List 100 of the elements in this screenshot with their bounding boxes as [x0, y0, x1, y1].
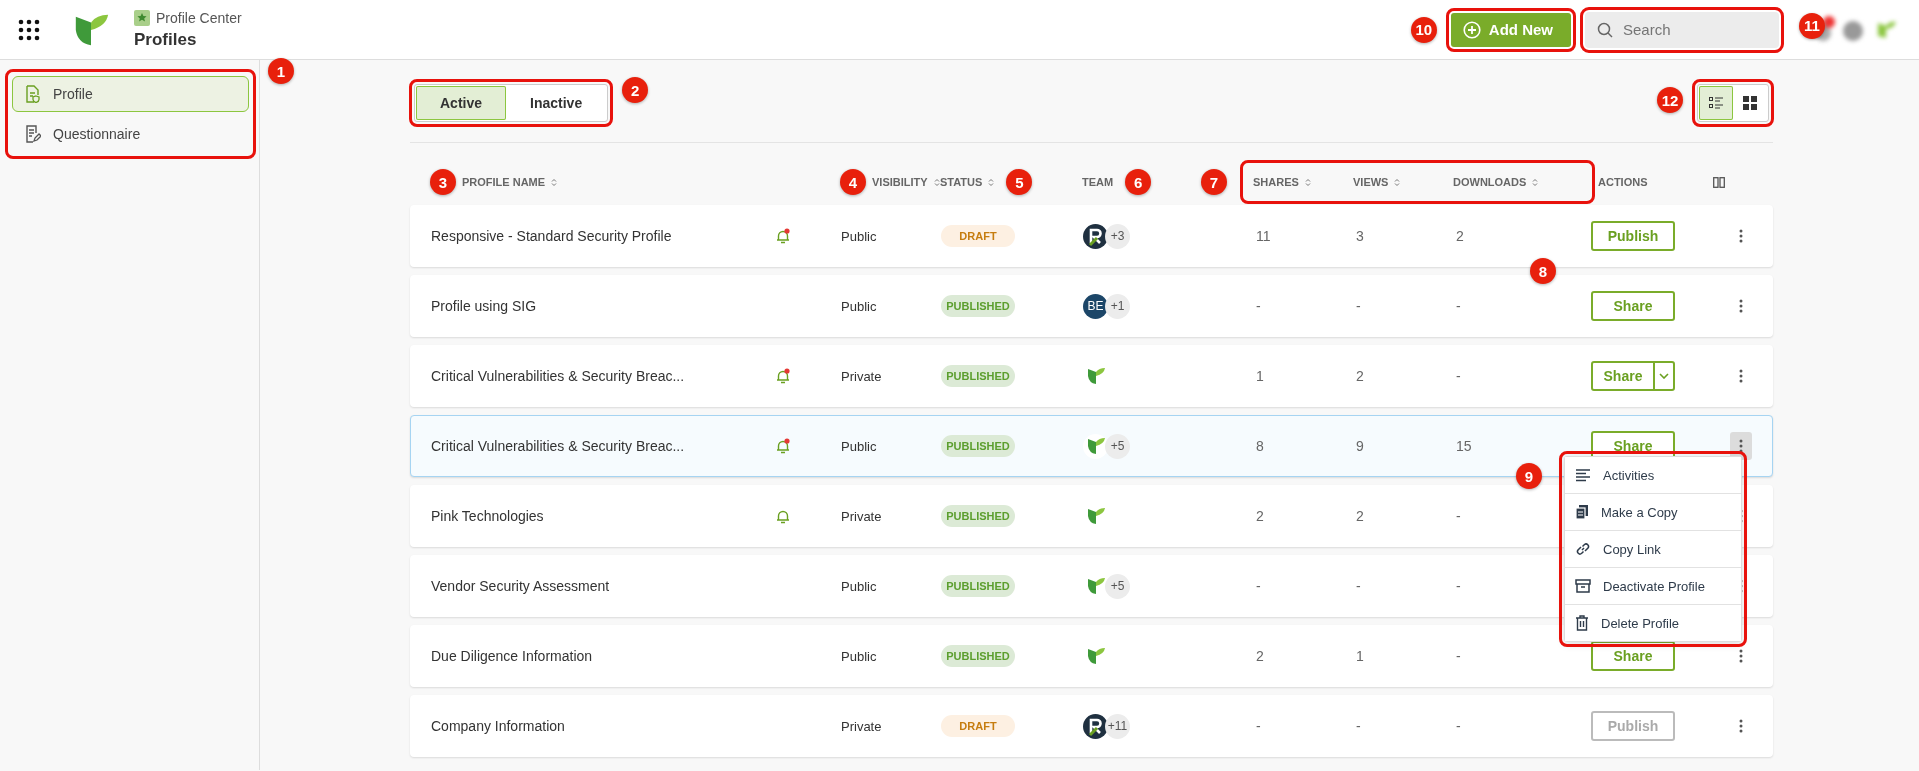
profile-row[interactable]: Responsive - Standard Security Profile Public DRAFT +3 11 3 2 Publish	[410, 205, 1773, 267]
more-members-badge: +5	[1105, 433, 1130, 459]
page-title: Profiles	[134, 29, 198, 50]
status-badge: DRAFT	[941, 225, 1015, 247]
more-vertical-icon	[1739, 649, 1743, 663]
sort-icon[interactable]	[988, 177, 995, 187]
shares-count: 2	[1256, 508, 1264, 524]
menu-item[interactable]: Activities	[1565, 457, 1741, 494]
r-mark-avatar-icon	[1083, 713, 1108, 739]
callout-number: 7	[1201, 169, 1227, 195]
status-badge: PUBLISHED	[941, 295, 1015, 317]
more-vertical-icon	[1739, 299, 1743, 313]
menu-item[interactable]: Delete Profile	[1565, 605, 1741, 641]
link-icon	[1575, 541, 1591, 557]
menu-item[interactable]: Deactivate Profile	[1565, 568, 1741, 605]
search-icon	[1597, 21, 1613, 38]
visibility-text: Public	[841, 228, 878, 244]
list-view-button[interactable]	[1699, 86, 1733, 120]
columns-icon[interactable]	[1713, 176, 1725, 188]
callout-number: 5	[1006, 169, 1033, 195]
visibility-text: Public	[841, 578, 878, 594]
downloads-count: 15	[1456, 438, 1472, 454]
trash-icon	[1575, 615, 1589, 631]
document-shield-icon	[25, 85, 41, 103]
profile-name[interactable]: Vendor Security Assessment	[431, 578, 776, 594]
profile-name[interactable]: Critical Vulnerabilities & Security Breac...	[431, 438, 776, 454]
sort-icon[interactable]	[933, 177, 940, 187]
sort-icon[interactable]	[1394, 177, 1401, 187]
more-members-badge: +5	[1105, 573, 1130, 599]
views-count: 2	[1356, 368, 1364, 384]
column-header: VISIBILITY	[872, 176, 928, 188]
status-badge: PUBLISHED	[941, 575, 1015, 597]
profile-name[interactable]: Due Diligence Information	[431, 648, 776, 664]
sort-icon[interactable]	[1532, 177, 1539, 187]
visibility-text: Public	[841, 648, 878, 664]
copy-icon	[1575, 504, 1589, 520]
chevron-down-icon	[1659, 373, 1669, 379]
more-vertical-icon	[1739, 229, 1743, 243]
plus-circle-icon	[1462, 20, 1481, 39]
star-badge-icon	[134, 9, 150, 26]
lines-icon	[1575, 468, 1591, 482]
views-count: 3	[1356, 228, 1364, 244]
shares-count: -	[1256, 298, 1261, 314]
views-count: 1	[1356, 648, 1364, 664]
leaf-logo-icon	[1085, 576, 1106, 596]
column-header: VIEWS	[1353, 176, 1389, 188]
downloads-count: -	[1456, 578, 1461, 594]
views-count: -	[1356, 298, 1361, 314]
profile-name[interactable]: Responsive - Standard Security Profile	[431, 228, 776, 244]
grid-icon	[1743, 96, 1757, 110]
visibility-text: Public	[841, 438, 878, 454]
views-count: 9	[1356, 438, 1364, 454]
downloads-count: 2	[1456, 228, 1464, 244]
sort-icon[interactable]	[551, 177, 558, 187]
callout-number: 6	[1125, 169, 1152, 195]
profile-name[interactable]: Pink Technologies	[431, 508, 776, 524]
callout-number: 4	[840, 169, 866, 195]
shares-count: -	[1256, 578, 1261, 594]
downloads-count: -	[1456, 718, 1461, 734]
tab[interactable]: Active	[416, 86, 507, 120]
views-count: -	[1356, 718, 1361, 734]
sort-icon[interactable]	[1304, 177, 1311, 187]
menu-item[interactable]: Make a Copy	[1565, 494, 1741, 531]
list-icon	[1709, 97, 1723, 109]
profile-name[interactable]: Critical Vulnerabilities & Security Breac...	[431, 368, 776, 384]
more-vertical-icon	[1739, 439, 1743, 453]
profile-row[interactable]: Critical Vulnerabilities & Security Breac... Private PUBLISHED 1 2 - Share	[410, 345, 1773, 407]
column-header: STATUS	[940, 176, 983, 188]
column-header: SHARES	[1253, 176, 1299, 188]
status-badge: PUBLISHED	[941, 435, 1015, 457]
profile-name[interactable]: Profile using SIG	[431, 298, 776, 314]
visibility-text: Public	[841, 298, 878, 314]
callout-number: 3	[430, 169, 456, 195]
profile-name[interactable]: Company Information	[431, 718, 776, 734]
status-badge: PUBLISHED	[941, 365, 1015, 387]
app-grid-icon[interactable]	[18, 18, 40, 41]
leaf-logo-icon	[1085, 646, 1106, 666]
downloads-count: -	[1456, 368, 1461, 384]
column-header: DOWNLOADS	[1453, 176, 1527, 188]
column-header: TEAM	[1082, 176, 1114, 188]
leaf-logo-icon	[1085, 506, 1106, 526]
visibility-text: Private	[841, 718, 883, 734]
downloads-count: -	[1456, 508, 1461, 524]
sidebar-item[interactable]: Questionnaire	[12, 116, 249, 152]
more-members-badge: +11	[1105, 713, 1130, 739]
views-count: -	[1356, 578, 1361, 594]
more-members-badge: +1	[1105, 293, 1130, 319]
more-vertical-icon	[1739, 719, 1743, 733]
menu-item[interactable]: Copy Link	[1565, 531, 1741, 568]
initials-avatar: BE	[1083, 293, 1108, 319]
shares-count: 1	[1256, 368, 1264, 384]
sidebar-item[interactable]: Profile	[12, 76, 249, 112]
status-badge: PUBLISHED	[941, 645, 1015, 667]
views-count: 2	[1356, 508, 1364, 524]
callout-number: 11	[1799, 12, 1825, 39]
shares-count: 8	[1256, 438, 1264, 454]
product-name: Profile Center	[156, 9, 242, 26]
visibility-text: Private	[841, 368, 883, 384]
column-header: ACTIONS	[1598, 176, 1648, 188]
shares-count: -	[1256, 718, 1261, 734]
